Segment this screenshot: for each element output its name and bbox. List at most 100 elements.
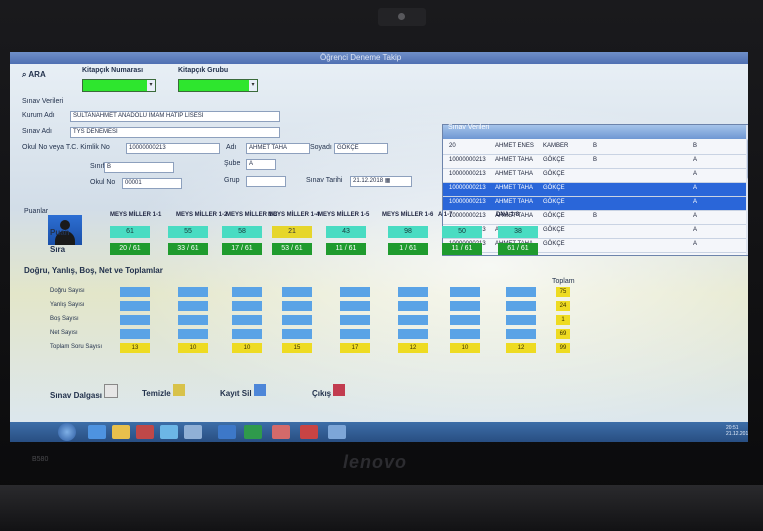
puan-cell: 58 xyxy=(222,226,262,238)
sira-cell: 11 / 61 xyxy=(442,243,482,255)
grid-cell-surname: GÖKÇE xyxy=(543,185,565,191)
grid-cell-name: AHMET TAHA xyxy=(495,185,534,191)
app-icon-2[interactable] xyxy=(184,425,202,439)
grid-row[interactable]: 10000000213AHMET TAHAGÖKÇEA xyxy=(443,197,748,211)
puan-cell: 98 xyxy=(388,226,428,238)
answer-cell xyxy=(120,287,150,297)
grid-cell-no: 10000000213 xyxy=(449,185,486,191)
total-cell: 1 xyxy=(556,315,570,325)
branch-label: Şube xyxy=(224,160,241,167)
pdf-icon[interactable] xyxy=(272,425,290,439)
question-count-cell: 12 xyxy=(506,343,536,353)
answer-row-label: Doğru Sayısı xyxy=(50,288,85,294)
answer-cell xyxy=(232,301,262,311)
exit-button[interactable]: Çıkış xyxy=(312,384,346,398)
students-grid[interactable]: 20 AHMET ENES KAMBER B B 10000000213 AHMET TAH… xyxy=(442,124,748,256)
question-count-cell: 10 xyxy=(450,343,480,353)
booklet-no-combo[interactable]: ▾ xyxy=(82,79,156,92)
answer-key-icon xyxy=(104,384,119,398)
grid-cell-name: AHMET TAHA xyxy=(495,171,534,177)
answer-cell xyxy=(282,287,312,297)
answer-cell xyxy=(450,315,480,325)
answer-cell xyxy=(450,329,480,339)
grid-row[interactable]: 10000000213AHMET TAHAGÖKÇEA xyxy=(443,239,748,253)
answer-cell xyxy=(506,301,536,311)
app-icon-1[interactable] xyxy=(160,425,178,439)
grid-row[interactable]: 10000000213 AHMET TAHA GÖKÇE B A xyxy=(443,211,748,225)
booklet-no-label: Kitapçık Numarası xyxy=(82,67,144,74)
exam-name-label: Sınav Adı xyxy=(22,128,52,135)
delete-record-button[interactable]: Kayıt Sil xyxy=(220,384,266,398)
word-icon[interactable] xyxy=(218,425,236,439)
answer-cell xyxy=(450,287,480,297)
chevron-down-icon: ▾ xyxy=(249,80,257,91)
grid-row[interactable]: 10000000213 AHMET TAHA GÖKÇE B A xyxy=(443,155,748,169)
grid-cell-c2: A xyxy=(693,171,698,177)
class-field[interactable]: B xyxy=(104,162,174,173)
taskbar: 20:51 21.12.2018 xyxy=(10,422,748,442)
question-count-cell: 10 xyxy=(178,343,208,353)
answer-cell xyxy=(282,301,312,311)
date-picker[interactable]: 21.12.2018 ▦ xyxy=(350,176,412,187)
scroll-thumb[interactable] xyxy=(747,139,748,179)
grid-row[interactable]: 20 AHMET ENES KAMBER B B xyxy=(443,141,748,155)
broom-icon xyxy=(172,384,185,396)
grid-scrollbar[interactable] xyxy=(746,125,748,255)
tests-section-label: Puanlar xyxy=(24,208,49,215)
test-header: MEYS MİLLER 1-6 xyxy=(382,212,434,218)
answer-row-label: Toplam Soru Sayısı xyxy=(50,344,103,350)
grid-cell-c1: B xyxy=(593,157,598,163)
app-icon-3[interactable] xyxy=(328,425,346,439)
sira-label: Sıra xyxy=(50,245,66,254)
grid-cell-surname: GÖKÇE xyxy=(543,227,565,233)
grid-cell-surname: GÖKÇE xyxy=(543,199,565,205)
test-header: MEYS MİLLER 1-2 xyxy=(176,212,228,218)
answer-cell xyxy=(506,287,536,297)
answer-cell xyxy=(232,315,262,325)
grid-cell-surname: GÖKÇE xyxy=(543,241,565,247)
name-field[interactable]: AHMET TAHA xyxy=(246,143,310,154)
model-label: B580 xyxy=(32,456,49,463)
grid-cell-c1: B xyxy=(593,213,598,219)
school-field[interactable]: SULTANAHMET ANADOLU İMAM HATİP LİSESİ xyxy=(70,111,280,122)
grid-row[interactable]: 10000000213AHMET TAHAGÖKÇEA xyxy=(443,169,748,183)
grid-cell-name: AHMET ENES xyxy=(495,143,534,149)
question-count-cell: 13 xyxy=(120,343,150,353)
grid-row[interactable]: 10000000213AHMET TAHAGÖKÇEA xyxy=(443,183,748,197)
powerpoint-icon[interactable] xyxy=(300,425,318,439)
student-no-field[interactable]: 00001 xyxy=(122,178,182,189)
student-no-label: Okul No xyxy=(90,179,116,186)
folder-icon[interactable] xyxy=(112,425,130,439)
tc-field[interactable]: 10000000213 xyxy=(126,143,220,154)
grid-cell-c2: B xyxy=(693,143,698,149)
question-count-cell: 12 xyxy=(398,343,428,353)
exit-icon xyxy=(333,384,346,396)
answer-key-button[interactable]: Sınav Dalgası xyxy=(50,384,119,400)
answer-cell xyxy=(340,287,370,297)
test-header: DNA 1-8 xyxy=(496,212,520,218)
answer-cell xyxy=(450,301,480,311)
grid-cell-c2: A xyxy=(693,199,698,205)
grid-cell-no: 10000000213 xyxy=(449,157,486,163)
excel-icon[interactable] xyxy=(244,425,262,439)
grid-cell-no: 10000000213 xyxy=(449,213,486,219)
booklet-type-combo[interactable]: ▾ xyxy=(178,79,258,92)
booklet-type-label: Kitapçık Grubu xyxy=(178,67,229,74)
clear-button[interactable]: Temizle xyxy=(142,384,185,398)
media-icon[interactable] xyxy=(136,425,154,439)
laptop-screen: Öğrenci Deneme Takip ⌕ ARA Kitapçık Numa… xyxy=(10,52,748,442)
grid-row[interactable]: 10000000213AHMET TAHAGÖKÇEA xyxy=(443,225,748,239)
branch-field[interactable]: A xyxy=(246,159,276,170)
question-count-cell: 15 xyxy=(282,343,312,353)
start-button[interactable] xyxy=(58,423,76,441)
grid-title: Sınav Verileri xyxy=(448,124,490,131)
answer-cell xyxy=(398,315,428,325)
group-label: Grup xyxy=(224,177,240,184)
exam-name-field[interactable]: TYS DENEMESİ xyxy=(70,127,280,138)
answer-cell xyxy=(178,287,208,297)
ie-icon[interactable] xyxy=(88,425,106,439)
group-field[interactable] xyxy=(246,176,286,187)
grid-cell-c2: A xyxy=(693,227,698,233)
surname-field[interactable]: GÖKÇE xyxy=(334,143,388,154)
answer-cell xyxy=(178,301,208,311)
